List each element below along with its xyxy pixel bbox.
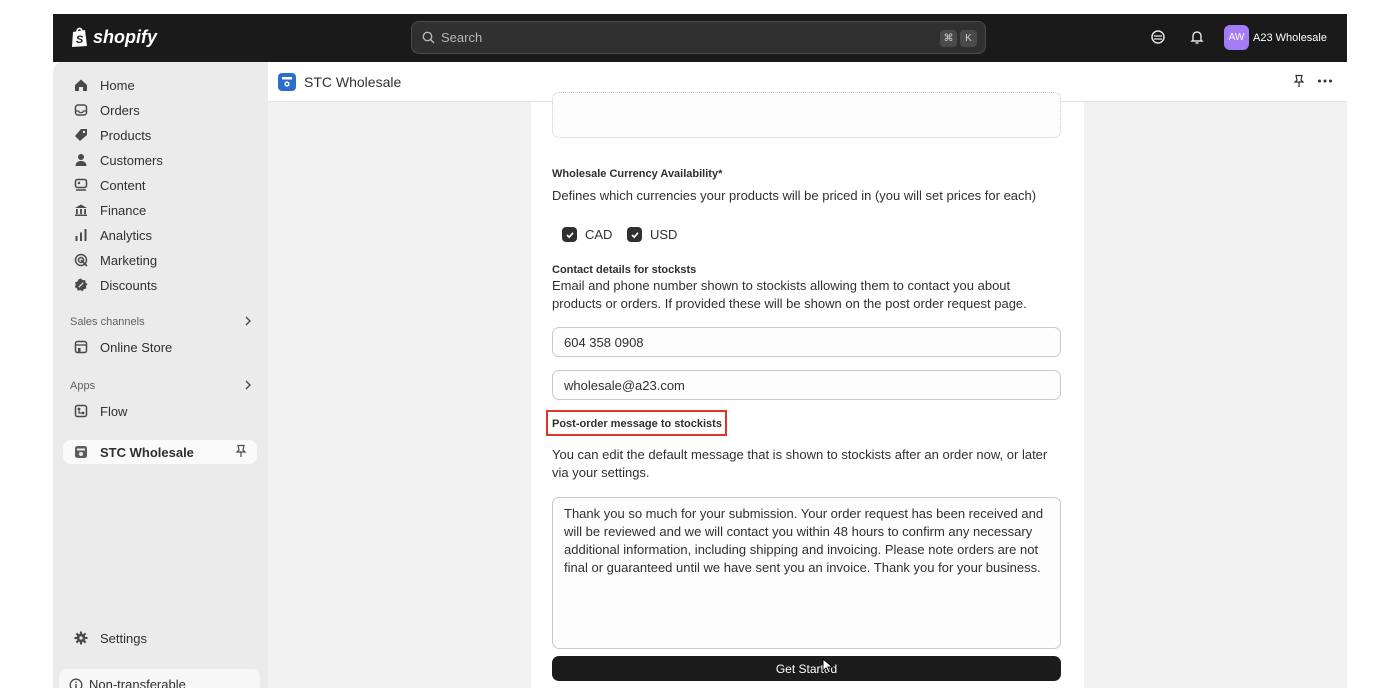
get-started-button[interactable]: Get Started: [552, 656, 1061, 681]
contact-help: Email and phone number shown to stockist…: [552, 278, 1027, 311]
checkbox-label: USD: [650, 227, 678, 242]
more-actions-icon[interactable]: [1317, 74, 1333, 88]
search-input[interactable]: Search ⌘ K: [411, 21, 986, 54]
phone-value: 604 358 0908: [564, 334, 644, 350]
sidebar-item-marketing[interactable]: Marketing: [63, 248, 257, 272]
post-order-label: Post-order message to stockists: [552, 418, 722, 430]
sidebar-item-label: Analytics: [100, 227, 153, 243]
avatar: AW: [1224, 25, 1249, 50]
logo-text: shopify: [93, 26, 158, 47]
sidebar-item-finance[interactable]: Finance: [63, 198, 257, 222]
sidebar-item-label: Flow: [100, 403, 128, 419]
currency-checkbox-cad[interactable]: CAD: [562, 227, 612, 242]
sidebar-item-label: Orders: [100, 102, 140, 118]
post-order-message-field[interactable]: Thank you so much for your submission. Y…: [552, 497, 1061, 649]
main-area: STC Wholesale Wholesale Currency Availab…: [268, 62, 1347, 688]
sidebar-item-label: Home: [100, 77, 135, 93]
bank-icon: [73, 202, 89, 218]
chevron-right-icon: [244, 380, 252, 393]
sidebar: Home Orders Products Customers Content F…: [53, 62, 268, 688]
search-icon: [422, 31, 435, 44]
currency-label: Wholesale Currency Availability*: [552, 168, 723, 180]
target-icon: [73, 252, 89, 268]
currency-checkbox-usd[interactable]: USD: [627, 227, 677, 242]
sidebar-item-products[interactable]: Products: [63, 123, 257, 147]
currency-help: Defines which currencies your products w…: [552, 188, 1037, 203]
stc-app-icon: [278, 73, 296, 91]
home-icon: [73, 77, 89, 93]
email-field[interactable]: wholesale@a23.com: [552, 370, 1061, 400]
checkbox-checked-icon: [627, 227, 642, 242]
sidebar-item-label: Marketing: [100, 252, 158, 268]
pin-icon[interactable]: [235, 444, 247, 458]
sidebar-item-orders[interactable]: Orders: [63, 98, 257, 122]
top-bar: S shopify Search ⌘ K AW A23 Wholesale: [53, 14, 1347, 62]
apps-header[interactable]: Apps: [70, 380, 252, 393]
admin-frame: Home Orders Products Customers Content F…: [53, 62, 1347, 688]
shortcut-k-key: K: [960, 30, 977, 47]
setup-form: Wholesale Currency Availability* Defines…: [531, 92, 1084, 688]
sales-channels-label: Sales channels: [70, 316, 145, 328]
sidebar-item-label: Online Store: [100, 339, 173, 355]
checkbox-label: CAD: [585, 227, 613, 242]
shortcut-cmd-key: ⌘: [940, 30, 957, 47]
search-placeholder: Search: [441, 30, 483, 45]
non-transferable-banner[interactable]: Non-transferable: [59, 669, 260, 688]
app-actions: [1281, 74, 1333, 88]
gear-icon: [73, 630, 89, 646]
chevron-right-icon: [244, 316, 252, 329]
sidebar-item-online-store[interactable]: Online Store: [63, 335, 257, 359]
mouse-cursor-icon: [822, 657, 834, 677]
sidebar-item-label: STC Wholesale: [100, 444, 194, 460]
inbox-icon: [73, 102, 89, 118]
stc-app-icon: [73, 444, 89, 460]
sidebar-item-analytics[interactable]: Analytics: [63, 223, 257, 247]
bar-chart-icon: [73, 227, 89, 243]
outer-margin-right: [1347, 0, 1400, 700]
tag-icon: [73, 127, 89, 143]
post-order-help: You can edit the default message that is…: [552, 447, 1048, 480]
app-title: STC Wholesale: [304, 74, 402, 90]
sidebar-item-label: Finance: [100, 202, 147, 218]
sidebar-item-label: Products: [100, 127, 152, 143]
shopify-bag-icon: S: [72, 27, 87, 47]
content-icon: [73, 177, 89, 193]
svg-text:S: S: [76, 34, 84, 46]
sidebar-item-stc-wholesale[interactable]: STC Wholesale: [63, 440, 257, 464]
info-icon: [69, 678, 83, 688]
shopify-logo[interactable]: S shopify: [70, 26, 157, 48]
store-icon: [73, 339, 89, 355]
sidebar-item-label: Customers: [100, 152, 163, 168]
sidebar-item-discounts[interactable]: Discounts: [63, 273, 257, 297]
email-value: wholesale@a23.com: [564, 377, 685, 393]
checkbox-checked-icon: [562, 227, 577, 242]
pin-icon[interactable]: [1293, 74, 1305, 88]
sidebar-item-flow[interactable]: Flow: [63, 399, 257, 423]
sidekick-icon[interactable]: [1150, 29, 1166, 45]
non-transferable-label: Non-transferable: [89, 677, 186, 688]
sidebar-item-settings[interactable]: Settings: [63, 626, 257, 650]
previous-text-field[interactable]: [552, 92, 1061, 138]
sales-channels-header[interactable]: Sales channels: [70, 316, 252, 329]
sidebar-item-label: Discounts: [100, 277, 158, 293]
sidebar-item-label: Settings: [100, 630, 147, 646]
sidebar-item-home[interactable]: Home: [63, 73, 257, 97]
sidebar-item-label: Content: [100, 177, 146, 193]
flow-icon: [73, 403, 89, 419]
sidebar-item-content[interactable]: Content: [63, 173, 257, 197]
person-icon: [73, 152, 89, 168]
phone-field[interactable]: 604 358 0908: [552, 327, 1061, 357]
outer-margin-left: [0, 0, 53, 700]
discount-icon: [73, 277, 89, 293]
sidebar-item-customers[interactable]: Customers: [63, 148, 257, 172]
apps-label: Apps: [70, 380, 96, 392]
store-name: A23 Wholesale: [1253, 31, 1327, 44]
contact-label: Contact details for stocksts: [552, 264, 697, 276]
store-menu[interactable]: AW A23 Wholesale: [1224, 25, 1327, 50]
bell-icon[interactable]: [1189, 29, 1205, 45]
